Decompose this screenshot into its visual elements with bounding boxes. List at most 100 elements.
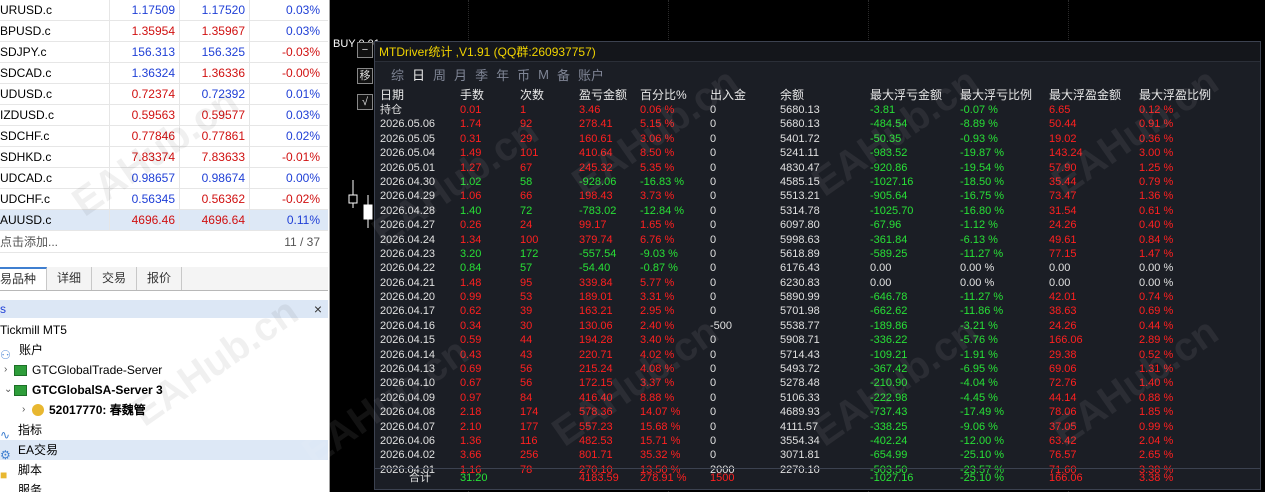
table-row[interactable]: 持仓 0.01 1 3.46 0.06 % 0 5680.13 -3.81 -0.07 % 6.6… — [380, 103, 1258, 117]
table-cell: 3.00 % — [1139, 147, 1174, 160]
move-button[interactable]: 移 — [357, 68, 373, 84]
table-row[interactable]: 2026.04.06 1.36 116 482.53 15.71 % 0 3554.34 -4… — [380, 434, 1258, 448]
table-cell: 0 — [710, 104, 717, 116]
table-row[interactable]: 2026.04.22 0.84 57 -54.40 -0.87 % 0 6176.43 0.0… — [380, 261, 1258, 275]
table-row[interactable]: 2026.04.20 0.99 53 189.01 3.31 % 0 5890.99 -646… — [380, 290, 1258, 304]
quote-ask: 4696.64 — [180, 210, 250, 230]
minimize-button[interactable]: − — [357, 42, 373, 58]
quote-row[interactable]: AUUSD.c 4696.46 4696.64 0.11% — [0, 210, 328, 231]
table-row[interactable]: 2026.04.29 1.06 66 198.43 3.73 % 0 5513.21 -905… — [380, 189, 1258, 203]
navigator-title: s — [0, 302, 6, 316]
table-cell: 0.31 — [460, 132, 482, 145]
table-row[interactable]: 2026.04.14 0.43 43 220.71 4.02 % 0 5714.43 -109… — [380, 348, 1258, 362]
table-cell: 6230.83 — [780, 276, 820, 289]
stats-window[interactable]: MTDriver统计 ,V1.91 (QQ群:260937757) 综日周月季年… — [374, 41, 1261, 490]
quote-row[interactable]: SDCAD.c 1.36324 1.36336 -0.00% — [0, 63, 328, 84]
quote-ask: 0.77861 — [180, 126, 250, 146]
quote-row[interactable]: URUSD.c 1.17509 1.17520 0.03% — [0, 0, 328, 21]
tab-ticks[interactable]: 报价 — [137, 267, 183, 290]
table-row[interactable]: 2026.04.09 0.97 84 416.40 8.88 % 0 5106.33 -222… — [380, 391, 1258, 405]
quote-row[interactable]: UDUSD.c 0.72374 0.72392 0.01% — [0, 84, 328, 105]
stats-tab[interactable]: 备 — [557, 65, 570, 84]
table-cell: 1.31 % — [1139, 363, 1174, 376]
stats-tab[interactable]: 周 — [433, 65, 446, 84]
quote-symbol: SDHKD.c — [0, 147, 110, 167]
table-cell: 67 — [520, 161, 533, 174]
chevron-down-icon[interactable]: ⌄ — [4, 380, 14, 400]
table-row[interactable]: 2026.04.16 0.34 30 130.06 2.40 % -500 5538.77 -… — [380, 319, 1258, 333]
table-cell: 0.61 % — [1139, 204, 1174, 217]
quote-symbol: IZDUSD.c — [0, 105, 110, 125]
quote-change: 0.03% — [285, 108, 320, 122]
table-row[interactable]: 2026.04.08 2.18 174 578.36 14.07 % 0 4689.93 -7… — [380, 405, 1258, 419]
stats-tab[interactable]: 月 — [454, 65, 467, 84]
navigator-broker[interactable]: Tickmill MT5 — [0, 320, 328, 340]
quote-row[interactable]: SDJPY.c 156.313 156.325 -0.03% — [0, 42, 328, 63]
quote-row[interactable]: SDCHF.c 0.77846 0.77861 0.02% — [0, 126, 328, 147]
table-row[interactable]: 2026.04.21 1.48 95 339.84 5.77 % 0 6230.83 0.00… — [380, 276, 1258, 290]
navigator-server-2[interactable]: ⌄ GTCGlobalSA-Server 3 — [0, 380, 328, 400]
table-cell: 1.40 % — [1139, 377, 1174, 390]
table-row[interactable]: 2026.04.28 1.40 72 -783.02 -12.84 % 0 5314.78 -… — [380, 204, 1258, 218]
table-cell: 4.08 % — [640, 363, 675, 376]
table-cell: 30 — [520, 319, 533, 332]
table-row[interactable]: 2026.04.07 2.10 177 557.23 15.68 % 0 4111.57 -3… — [380, 420, 1258, 434]
table-row[interactable]: 2026.05.04 1.49 101 410.64 8.50 % 0 5241.11 -98… — [380, 146, 1258, 160]
stats-tab[interactable]: M — [538, 67, 549, 82]
table-cell: 50.44 — [1049, 118, 1077, 131]
table-row[interactable]: 2026.04.13 0.69 56 215.24 4.08 % 0 5493.72 -367… — [380, 362, 1258, 376]
add-symbol-row[interactable]: 点击添加... 11 / 37 — [0, 231, 328, 253]
navigator-services[interactable]: ■ 服务 — [0, 480, 328, 492]
quote-ask: 1.36336 — [180, 63, 250, 83]
table-cell: 0 — [710, 406, 717, 419]
table-row[interactable]: 2026.04.27 0.26 24 99.17 1.65 % 0 6097.80 -67.9… — [380, 218, 1258, 232]
tab-symbols[interactable]: 易品种 — [0, 267, 48, 290]
quote-change: 0.03% — [285, 3, 320, 17]
stats-tab[interactable]: 综 — [391, 65, 404, 84]
navigator-indicators[interactable]: ∿ 指标 — [0, 420, 328, 442]
table-cell: 49.61 — [1049, 233, 1077, 246]
quote-bid: 7.83374 — [110, 147, 180, 167]
navigator-account[interactable]: › 52017770: 春魏管 — [0, 400, 328, 420]
quote-row[interactable]: UDCHF.c 0.56345 0.56362 -0.02% — [0, 189, 328, 210]
navigator-server-1[interactable]: › GTCGlobalTrade-Server — [0, 360, 328, 380]
navigator-ea[interactable]: ⚙ EA交易 — [0, 440, 328, 462]
add-symbol-link[interactable]: 点击添加... — [0, 231, 58, 252]
table-row[interactable]: 2026.04.17 0.62 39 163.21 2.95 % 0 5701.98 -662… — [380, 304, 1258, 318]
table-row[interactable]: 2026.04.30 1.02 58 -928.06 -16.83 % 0 4585.15 -… — [380, 175, 1258, 189]
tab-trading[interactable]: 交易 — [92, 267, 138, 290]
navigator-accounts[interactable]: ⚇ 账户 — [0, 340, 328, 362]
stats-tab[interactable]: 季 — [475, 65, 488, 84]
navigator-scripts[interactable]: ■ 脚本 — [0, 460, 328, 482]
table-cell: 3.31 % — [640, 291, 675, 304]
close-icon[interactable]: × — [314, 301, 322, 317]
table-cell: 339.84 — [579, 276, 613, 289]
chevron-right-icon[interactable]: › — [22, 400, 32, 420]
quote-row[interactable]: BPUSD.c 1.35954 1.35967 0.03% — [0, 21, 328, 42]
quote-row[interactable]: IZDUSD.c 0.59563 0.59577 0.03% — [0, 105, 328, 126]
table-cell: 35.32 % — [640, 449, 681, 462]
check-button[interactable]: √ — [357, 94, 373, 110]
chevron-right-icon[interactable]: › — [4, 360, 14, 380]
stats-tab[interactable]: 年 — [496, 65, 509, 84]
table-row[interactable]: 2026.04.10 0.67 56 172.15 3.37 % 0 5278.48 -210… — [380, 376, 1258, 390]
window-title[interactable]: MTDriver统计 ,V1.91 (QQ群:260937757) — [375, 42, 1260, 62]
table-row[interactable]: 2026.04.23 3.20 172 -557.54 -9.03 % 0 5618.89 -… — [380, 247, 1258, 261]
stats-tab[interactable]: 币 — [517, 65, 530, 84]
table-cell: 5314.78 — [780, 204, 820, 217]
quote-row[interactable]: UDCAD.c 0.98657 0.98674 0.00% — [0, 168, 328, 189]
ea-icon: ⚙ — [0, 447, 11, 462]
table-cell: -920.86 — [870, 161, 908, 174]
stats-tab[interactable]: 账户 — [578, 65, 604, 84]
table-row[interactable]: 2026.05.05 0.31 29 160.61 3.06 % 0 5401.72 -50.… — [380, 132, 1258, 146]
quote-row[interactable]: SDHKD.c 7.83374 7.83633 -0.01% — [0, 147, 328, 168]
table-row[interactable]: 2026.04.15 0.59 44 194.28 3.40 % 0 5908.71 -336… — [380, 333, 1258, 347]
table-row[interactable]: 2026.04.24 1.34 100 379.74 6.76 % 0 5998.63 -36… — [380, 233, 1258, 247]
table-row[interactable]: 2026.05.01 1.27 67 245.32 5.35 % 0 4830.47 -920… — [380, 161, 1258, 175]
table-cell: -109.21 — [870, 348, 908, 361]
tab-details[interactable]: 详细 — [47, 267, 93, 290]
stats-tab[interactable]: 日 — [412, 65, 425, 84]
table-row[interactable]: 2026.05.06 1.74 92 278.41 5.15 % 0 5680.13 -484… — [380, 117, 1258, 131]
table-cell: 2026.04.28 — [380, 204, 436, 217]
table-row[interactable]: 2026.04.02 3.66 256 801.71 35.32 % 0 3071.81 -6… — [380, 448, 1258, 462]
